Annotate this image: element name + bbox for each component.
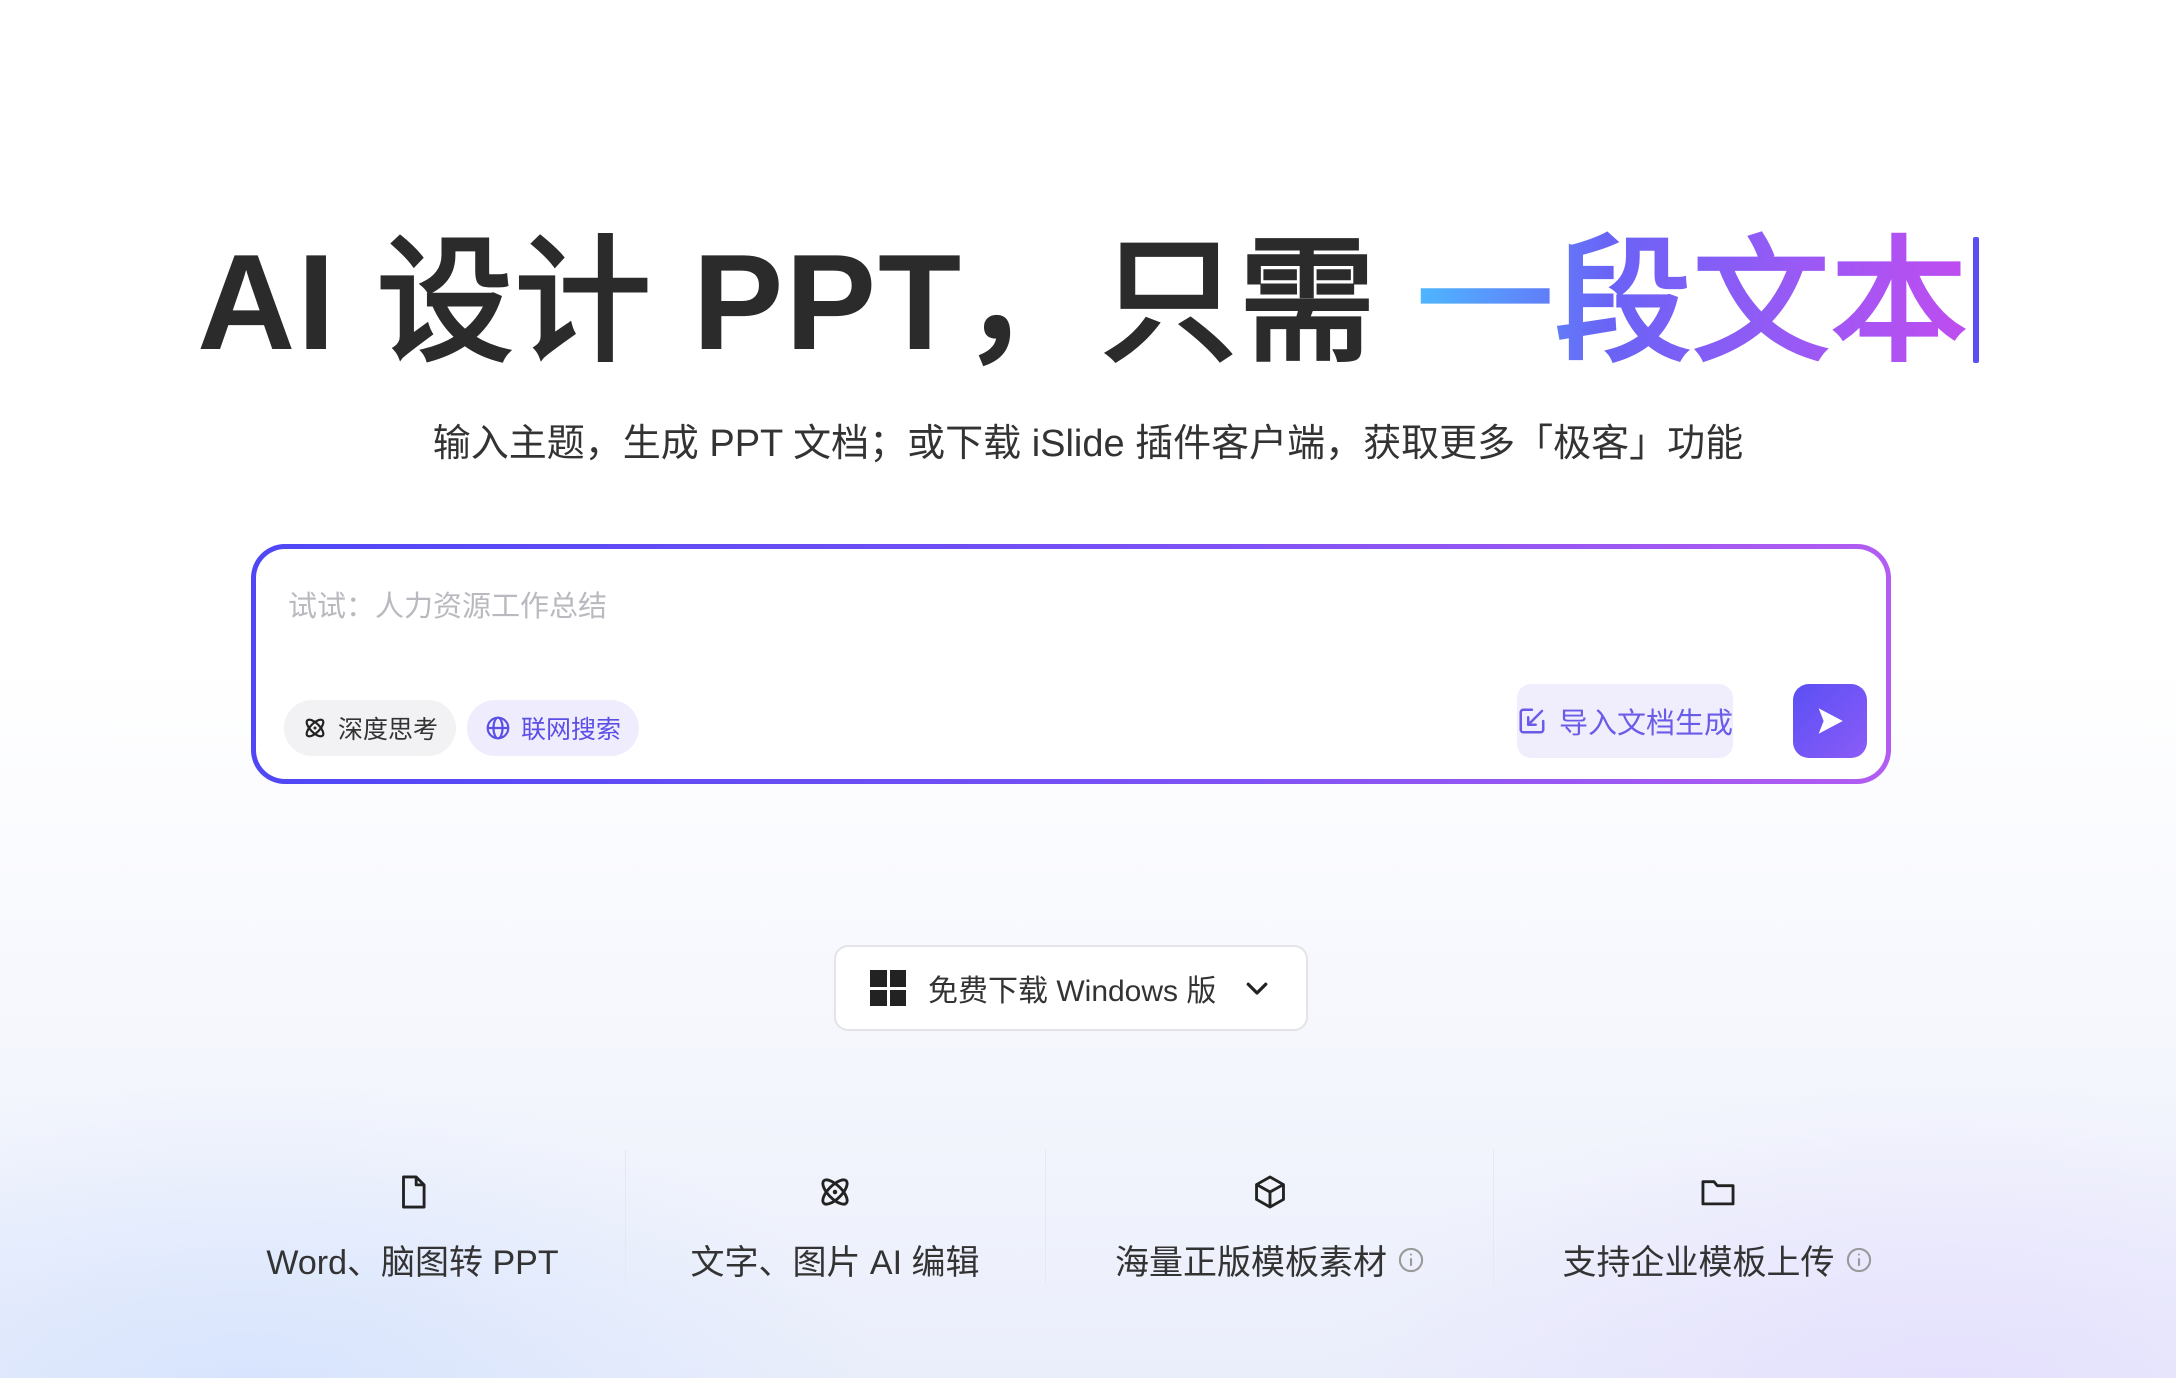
import-document-button[interactable]: 导入文档生成	[1517, 684, 1733, 758]
send-button[interactable]	[1793, 684, 1867, 758]
feature-item-word-to-ppt: Word、脑图转 PPT	[250, 1150, 575, 1290]
atom-icon	[305, 718, 325, 738]
prompt-box-inner: 深度思考 联网搜索 导入文档生成	[256, 549, 1886, 779]
feature-label: 海量正版模板素材	[1115, 1244, 1387, 1282]
hero-title: AI 设计 PPT，只需 一段文本	[0, 222, 2176, 382]
import-document-label: 导入文档生成	[1558, 708, 1733, 740]
divider	[1493, 1150, 1494, 1284]
info-icon[interactable]	[1845, 1246, 1873, 1274]
atom-icon	[821, 1178, 849, 1206]
edit-document-icon	[1519, 708, 1545, 734]
divider	[1045, 1150, 1046, 1284]
feature-item-enterprise-upload: 支持企业模板上传	[1540, 1150, 1895, 1290]
typing-cursor	[1972, 237, 1979, 363]
file-icon	[401, 1175, 426, 1209]
feature-label: 支持企业模板上传	[1562, 1244, 1835, 1282]
subtitle: 输入主题，生成 PPT 文档；或下载 iSlide 插件客户端，获取更多「极客」…	[432, 423, 1744, 465]
prompt-box: 深度思考 联网搜索 导入文档生成	[251, 544, 1891, 784]
hero-title-highlight: 一段文本	[1416, 226, 1969, 378]
feature-item-ai-edit: 文字、图片 AI 编辑	[675, 1150, 995, 1290]
prompt-input[interactable]	[288, 583, 1788, 643]
deep-think-toggle[interactable]: 深度思考	[284, 700, 457, 756]
chevron-down-icon[interactable]	[1242, 973, 1272, 1003]
windows-icon	[870, 970, 906, 1006]
feature-label: 文字、图片 AI 编辑	[690, 1244, 980, 1282]
feature-label: Word、脑图转 PPT	[266, 1244, 559, 1282]
info-icon[interactable]	[1397, 1246, 1425, 1274]
feature-list: Word、脑图转 PPT 文字、图片 AI 编辑 海量正版模板素材 支持企业模板…	[0, 1150, 2176, 1290]
hero-title-plain: AI 设计 PPT，只需	[197, 226, 1417, 378]
feature-item-templates: 海量正版模板素材	[1095, 1150, 1445, 1290]
folder-icon	[1701, 1180, 1734, 1206]
download-windows-button[interactable]: 免费下载 Windows 版	[834, 945, 1308, 1031]
web-search-toggle[interactable]: 联网搜索	[467, 700, 640, 756]
deep-think-label: 深度思考	[338, 716, 439, 744]
web-search-label: 联网搜索	[521, 716, 622, 744]
cube-icon	[1255, 1175, 1285, 1209]
globe-icon	[486, 716, 510, 740]
download-label: 免费下载 Windows 版	[928, 975, 1217, 1008]
divider	[625, 1150, 626, 1284]
send-icon	[1818, 708, 1843, 734]
